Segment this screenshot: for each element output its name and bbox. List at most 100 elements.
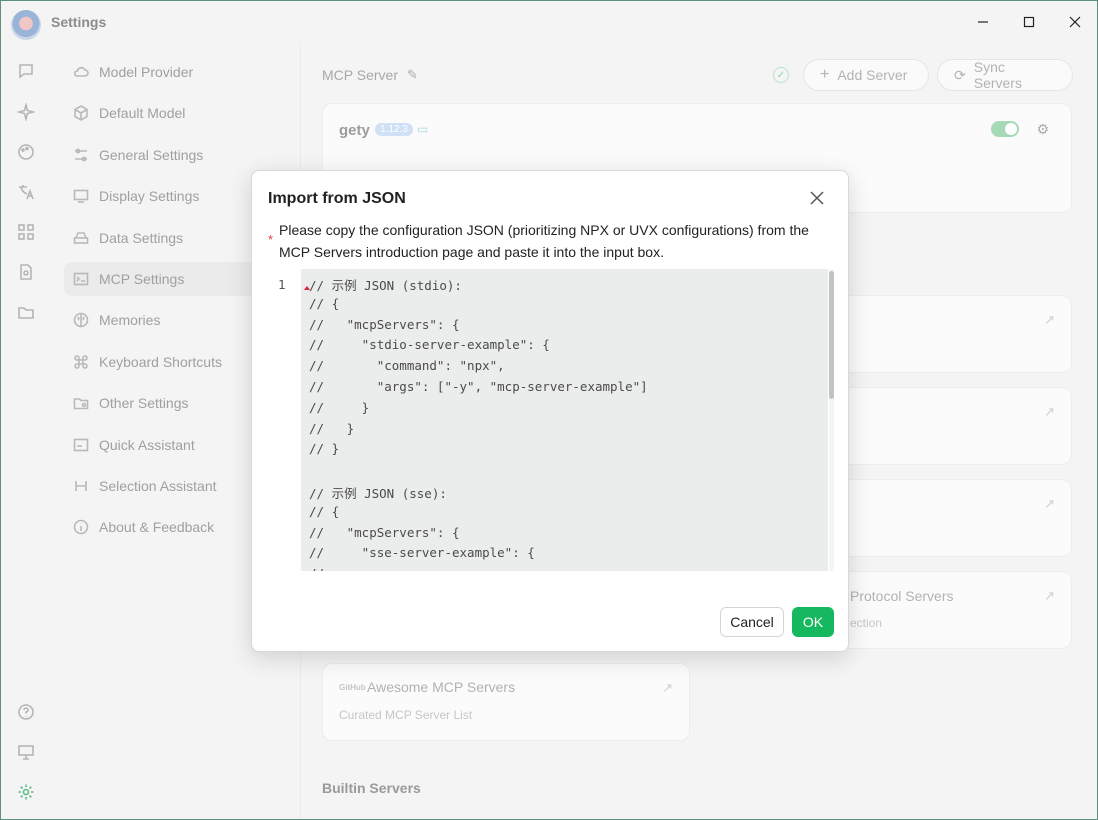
nav-item-model-provider[interactable]: Model Provider xyxy=(64,55,292,89)
nav-item-general-settings[interactable]: General Settings xyxy=(64,138,292,172)
line-number: 1 xyxy=(278,277,286,292)
code-line: // } xyxy=(309,441,340,456)
folder-gear-icon xyxy=(72,394,90,412)
page-title: MCP Server xyxy=(322,67,398,83)
sparkle-icon[interactable] xyxy=(14,100,38,124)
dialog-title: Import from JSON xyxy=(268,190,406,207)
required-asterisk: * xyxy=(268,232,274,247)
monitor-icon: ▭ xyxy=(417,122,429,136)
line-gutter: 1 xyxy=(268,269,301,571)
settings-gear-icon[interactable] xyxy=(14,780,38,804)
close-window-button[interactable] xyxy=(1061,9,1089,35)
nav-item-label: Other Settings xyxy=(99,395,189,411)
server-name: gety xyxy=(339,122,370,139)
code-line: // 示例 JSON (sse): xyxy=(309,486,447,501)
scroll-thumb[interactable] xyxy=(829,271,834,399)
icon-rail xyxy=(1,43,51,819)
builtin-servers-heading: Builtin Servers xyxy=(322,780,421,796)
info-icon xyxy=(72,518,90,536)
text-select-icon xyxy=(72,477,90,495)
card-title: Protocol Servers xyxy=(850,588,954,604)
dialog-description: Please copy the configuration JSON (prio… xyxy=(279,222,809,260)
app-window: Settings Model Provider Default Model Ge… xyxy=(0,0,1098,820)
version-badge: 1.12.3 xyxy=(375,123,413,136)
close-icon xyxy=(810,191,824,205)
status-check-icon: ✓ xyxy=(773,67,789,83)
sync-icon: ⟳ xyxy=(954,66,966,83)
nav-item-label: Keyboard Shortcuts xyxy=(99,354,222,370)
code-line: // "sse-server-example": { xyxy=(309,545,535,560)
brain-icon xyxy=(72,311,90,329)
code-line: // xyxy=(309,566,324,571)
edit-pencil-icon[interactable]: ✎ xyxy=(407,67,418,83)
maximize-button[interactable] xyxy=(1015,9,1043,35)
cloud-icon xyxy=(72,63,90,81)
card-title: Awesome MCP Servers xyxy=(367,679,516,695)
sliders-icon xyxy=(72,146,90,164)
external-link-icon[interactable]: ↗ xyxy=(1044,588,1055,604)
nav-item-label: Model Provider xyxy=(99,64,194,80)
protocol-servers-card[interactable]: Protocol Servers ection ↗ xyxy=(841,571,1072,649)
nav-item-label: Memories xyxy=(99,312,161,328)
code-line: // "mcpServers": { xyxy=(309,317,460,332)
title-bar: Settings xyxy=(1,1,1097,43)
apps-grid-icon[interactable] xyxy=(14,220,38,244)
window-title: Settings xyxy=(51,14,107,30)
server-card[interactable]: ↗ xyxy=(841,479,1072,557)
add-server-label: Add Server xyxy=(837,67,908,83)
chat-icon[interactable] xyxy=(14,59,38,83)
palette-icon[interactable] xyxy=(14,140,38,164)
app-logo xyxy=(11,10,41,40)
add-server-button[interactable]: + Add Server xyxy=(803,59,929,91)
command-icon xyxy=(72,353,90,371)
nav-item-default-model[interactable]: Default Model xyxy=(64,96,292,130)
terminal-icon xyxy=(72,270,90,288)
code-line: // "mcpServers": { xyxy=(309,525,460,540)
json-editor[interactable]: 1 // 示例 JSON (stdio): // { // "mcpServer… xyxy=(268,269,834,571)
code-area[interactable]: // 示例 JSON (stdio): // { // "mcpServers"… xyxy=(301,269,828,571)
sync-servers-button[interactable]: ⟳ Sync Servers xyxy=(937,59,1073,91)
cube-icon xyxy=(72,104,90,122)
dialog-close-button[interactable] xyxy=(806,187,828,209)
external-link-icon[interactable]: ↗ xyxy=(662,680,673,696)
server-enabled-toggle[interactable] xyxy=(991,121,1019,137)
nav-item-label: Default Model xyxy=(99,105,186,121)
minimize-button[interactable] xyxy=(969,9,997,35)
server-card[interactable]: ↗ xyxy=(841,387,1072,465)
file-search-icon[interactable] xyxy=(14,260,38,284)
import-json-dialog: Import from JSON * Please copy the confi… xyxy=(251,170,849,652)
translate-icon[interactable] xyxy=(14,180,38,204)
nav-item-label: MCP Settings xyxy=(99,271,185,287)
external-link-icon[interactable]: ↗ xyxy=(1044,404,1055,420)
ok-button[interactable]: OK xyxy=(792,607,834,637)
cancel-button[interactable]: Cancel xyxy=(720,607,784,637)
monitor-icon[interactable] xyxy=(14,740,38,764)
external-link-icon[interactable]: ↗ xyxy=(1044,496,1055,512)
nav-item-label: Display Settings xyxy=(99,188,200,204)
folder-icon[interactable] xyxy=(14,300,38,324)
code-line: // 示例 JSON (stdio): xyxy=(309,278,462,293)
plus-icon: + xyxy=(820,66,830,83)
nav-item-label: Selection Assistant xyxy=(99,478,217,494)
minimize-icon xyxy=(978,21,988,23)
code-line: // "args": ["-y", "mcp-server-example"] xyxy=(309,379,648,394)
help-icon[interactable] xyxy=(14,700,38,724)
app-window-icon xyxy=(72,436,90,454)
nav-item-label: Quick Assistant xyxy=(99,437,195,453)
github-logo: GitHub xyxy=(339,683,366,692)
sync-servers-label: Sync Servers xyxy=(973,59,1022,91)
awesome-mcp-servers-card[interactable]: GitHub Awesome MCP Servers Curated MCP S… xyxy=(322,663,690,741)
server-card[interactable]: ↗ xyxy=(841,295,1072,373)
code-line: // { xyxy=(309,504,340,519)
nav-item-label: Data Settings xyxy=(99,230,184,246)
editor-scrollbar[interactable] xyxy=(829,269,834,571)
external-link-icon[interactable]: ↗ xyxy=(1044,312,1055,328)
nav-item-label: About & Feedback xyxy=(99,519,215,535)
code-line: // { xyxy=(309,296,340,311)
code-line: // } xyxy=(309,400,370,415)
card-subtitle: ection xyxy=(850,616,883,630)
code-line: // "command": "npx", xyxy=(309,358,505,373)
tune-settings-icon[interactable]: ⚙ xyxy=(1036,121,1049,138)
nav-item-label: General Settings xyxy=(99,147,204,163)
card-subtitle: Curated MCP Server List xyxy=(339,708,473,722)
